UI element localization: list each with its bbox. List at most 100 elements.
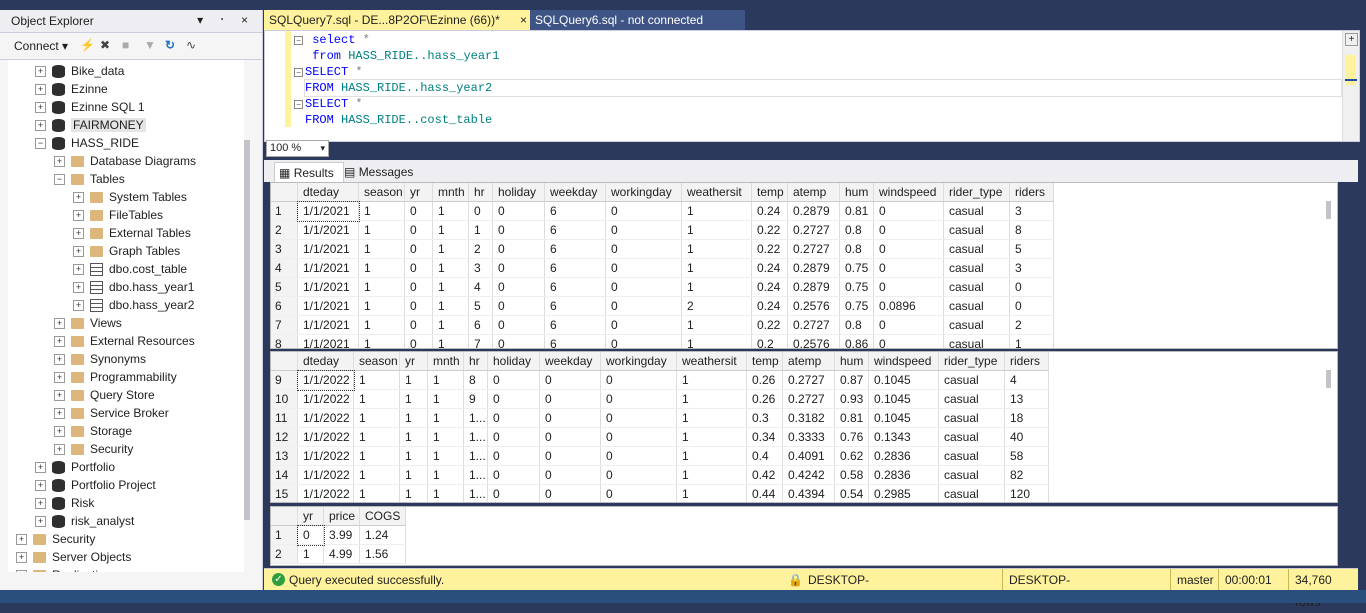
grid-cell[interactable]: 1...	[463, 484, 488, 502]
grid-cell[interactable]: 1	[676, 408, 747, 428]
grid-cell[interactable]: 0	[600, 465, 677, 485]
grid-cell[interactable]: 0	[487, 427, 540, 447]
grid-cell[interactable]: 0.81	[834, 408, 869, 428]
grid-cell[interactable]: 1	[358, 220, 405, 240]
grid-cell[interactable]: 0	[873, 277, 944, 297]
tree-node[interactable]: + Replication	[16, 566, 111, 572]
grid-cell[interactable]: 5	[468, 296, 493, 316]
grid-cell[interactable]: 6	[544, 258, 606, 278]
grid-cell[interactable]: 0	[492, 296, 545, 316]
grid-cell[interactable]: 0.75	[839, 296, 874, 316]
results-grid-hass-year1[interactable]: dteday season yr mnth hr holiday weekday workin…	[270, 182, 1338, 349]
grid-cell[interactable]: 5	[1009, 239, 1054, 259]
expand-icon[interactable]: +	[73, 228, 84, 240]
grid-cell[interactable]: 0	[605, 201, 682, 221]
column-header[interactable]: yr	[297, 507, 324, 526]
code-line[interactable]: SELECT *	[305, 64, 363, 80]
expand-icon[interactable]: +	[16, 570, 27, 572]
tree-scrollbar[interactable]	[244, 140, 250, 520]
row-number[interactable]: 2	[271, 544, 298, 564]
grid-cell[interactable]: 1/1/2021	[297, 296, 359, 316]
tree-node[interactable]: + dbo.hass_year2	[73, 296, 194, 314]
grid-cell[interactable]: 2	[1009, 315, 1054, 335]
grid-cell[interactable]: 1	[353, 389, 400, 409]
grid-cell[interactable]: 0	[492, 201, 545, 221]
grid-cell[interactable]: 1	[432, 220, 469, 240]
grid-cell[interactable]: 0	[600, 389, 677, 409]
column-header[interactable]: atemp	[787, 183, 840, 202]
grid-cell[interactable]: 0	[600, 484, 677, 502]
grid-cell[interactable]: 0	[296, 524, 325, 546]
grid-cell[interactable]: 0.22	[751, 220, 788, 240]
grid-cell[interactable]: 0.8	[839, 239, 874, 259]
tree-node[interactable]: + Programmability	[54, 368, 177, 386]
column-header[interactable]: holiday	[492, 183, 545, 202]
grid-cell[interactable]: 1	[353, 484, 400, 502]
grid-cell[interactable]: 0	[404, 258, 433, 278]
grid-cell[interactable]: casual	[943, 296, 1010, 316]
tree-node[interactable]: + Storage	[54, 422, 132, 440]
grid-cell[interactable]: 0.2727	[787, 220, 840, 240]
grid-cell[interactable]: 0	[487, 370, 540, 390]
grid-cell[interactable]: 1	[676, 370, 747, 390]
grid-cell[interactable]: 1/1/2022	[297, 446, 354, 466]
grid-cell[interactable]: 1/1/2022	[297, 408, 354, 428]
grid-cell[interactable]: 0.75	[839, 277, 874, 297]
column-header[interactable]: yr	[399, 352, 428, 371]
grid-cell[interactable]: 0.3	[746, 408, 783, 428]
grid-cell[interactable]: 0	[605, 334, 682, 348]
tree-node[interactable]: − Tables	[54, 170, 125, 188]
grid-cell[interactable]: 6	[544, 220, 606, 240]
grid-cell[interactable]: 0.1045	[868, 389, 939, 409]
grid-cell[interactable]: 0.87	[834, 370, 869, 390]
table-row[interactable]: 3 1/1/2021 1 0 1 2 0 6 0 1 0.22 0.2727 0.8 0 casual 5	[271, 239, 1054, 259]
grid-cell[interactable]: 0	[404, 334, 433, 348]
grid-cell[interactable]: 1/1/2022	[296, 369, 355, 391]
grid-cell[interactable]: 1	[399, 427, 428, 447]
expand-icon[interactable]: +	[54, 354, 65, 366]
grid-cell[interactable]: casual	[938, 389, 1005, 409]
grid-cell[interactable]: 3	[468, 258, 493, 278]
table-row[interactable]: 5 1/1/2021 1 0 1 4 0 6 0 1 0.24 0.2879 0.75 0 casual 0	[271, 277, 1054, 297]
row-number[interactable]: 9	[271, 370, 298, 390]
column-header[interactable]: rider_type	[943, 183, 1010, 202]
column-header[interactable]: hr	[468, 183, 493, 202]
panel-window-buttons[interactable]: ▾ ᛫ ×	[197, 13, 254, 27]
grid-cell[interactable]: 0	[605, 296, 682, 316]
expand-icon[interactable]: +	[73, 210, 84, 222]
grid-cell[interactable]: 1/1/2021	[296, 200, 360, 222]
grid-cell[interactable]: 8	[1009, 220, 1054, 240]
column-header[interactable]: temp	[746, 352, 783, 371]
table-row[interactable]: 2 1/1/2021 1 0 1 1 0 6 0 1 0.22 0.2727 0.8 0 casual 8	[271, 220, 1054, 240]
column-header[interactable]: weathersit	[681, 183, 752, 202]
expand-icon[interactable]: +	[16, 552, 27, 564]
grid-cell[interactable]: 0	[1009, 277, 1054, 297]
grid-cell[interactable]: 0	[404, 296, 433, 316]
disconnect-icon[interactable]: ✖	[100, 38, 110, 52]
grid-cell[interactable]: 1	[358, 315, 405, 335]
code-line[interactable]: from HASS_RIDE..hass_year1	[305, 48, 499, 64]
column-header[interactable]: windspeed	[868, 352, 939, 371]
column-header[interactable]: workingday	[600, 352, 677, 371]
tree-node[interactable]: + Synonyms	[54, 350, 146, 368]
expand-icon[interactable]: +	[73, 192, 84, 204]
grid-cell[interactable]: 1	[681, 220, 752, 240]
column-header[interactable]: temp	[751, 183, 788, 202]
column-header[interactable]: mnth	[432, 183, 469, 202]
grid-cell[interactable]: 1	[432, 258, 469, 278]
grid-cell[interactable]: 0.4242	[782, 465, 835, 485]
grid-cell[interactable]: 0	[539, 408, 601, 428]
grid-cell[interactable]: casual	[943, 201, 1010, 221]
grid-cell[interactable]: 1	[432, 334, 469, 348]
tab-sqlquery6[interactable]: SQLQuery6.sql - not connected	[530, 10, 745, 30]
grid-cell[interactable]: 1	[676, 465, 747, 485]
grid-cell[interactable]: 1	[358, 201, 405, 221]
grid-cell[interactable]: 13	[1004, 389, 1049, 409]
table-row[interactable]: 9 1/1/2022 1 1 1 8 0 0 0 1 0.26 0.2727 0.87 0.1045 cas…	[271, 369, 1049, 391]
grid-cell[interactable]: casual	[938, 446, 1005, 466]
grid-cell[interactable]: 0.2985	[868, 484, 939, 502]
expand-icon[interactable]: +	[54, 390, 65, 402]
grid-cell[interactable]: 0.1343	[868, 427, 939, 447]
grid-cell[interactable]: 1	[358, 277, 405, 297]
grid-cell[interactable]: casual	[938, 465, 1005, 485]
